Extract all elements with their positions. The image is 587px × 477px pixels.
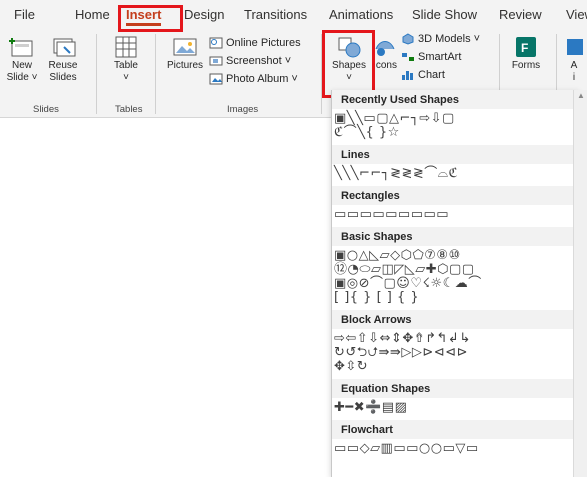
pictures-button[interactable]: Pictures (163, 34, 207, 72)
smartart-button[interactable]: SmartArt (401, 51, 461, 63)
tab-design[interactable]: Design (184, 7, 224, 22)
partial-label-2: i (572, 72, 576, 83)
table-icon (111, 34, 141, 60)
shapes-dropdown-panel: Recently Used Shapes ▣╲╲▭▢△⌐┐⇨⇩▢ ℭ⌒╲{ }☆… (331, 90, 579, 477)
ribbon-tabs: File Home Insert Design Transitions Anim… (0, 0, 587, 30)
forms-label: Forms (511, 60, 541, 71)
partial-label-1: A (570, 60, 578, 71)
section-title: Lines (332, 145, 578, 164)
scroll-up-arrow-icon[interactable]: ▲ (574, 90, 587, 102)
section-title: Basic Shapes (332, 227, 578, 246)
shapes-icon (334, 34, 364, 60)
tables-group-label: Tables (115, 104, 143, 115)
shape-row[interactable]: ╲╲╲⌐⌐┐≷≷≷⌒⌓ℭ (334, 167, 572, 181)
online-pictures-label: Online Pictures (226, 37, 301, 49)
photo-album-button[interactable]: Photo Album ˅ (209, 73, 298, 85)
new-slide-button[interactable]: New Slide ˅ (4, 34, 40, 84)
equation-shapes-section: Equation Shapes ✚━✖➗▤▨ (332, 379, 578, 420)
group-divider (155, 34, 156, 114)
new-slide-icon (7, 34, 37, 60)
rectangles-section: Rectangles ▭▭▭▭▭▭▭▭▭ (332, 186, 578, 227)
recently-used-shapes-section: Recently Used Shapes ▣╲╲▭▢△⌐┐⇨⇩▢ ℭ⌒╲{ }☆ (332, 90, 578, 145)
pictures-label: Pictures (166, 60, 204, 71)
group-divider (321, 34, 322, 114)
shape-row[interactable]: ↻↺⮌⮍⇛⇛▷▷⊳⊲⊲⊳ (334, 346, 572, 360)
images-group-label: Images (227, 104, 259, 115)
tab-animations[interactable]: Animations (329, 7, 393, 22)
online-pictures-button[interactable]: Online Pictures (209, 37, 301, 49)
reuse-slides-button[interactable]: Reuse Slides (44, 34, 82, 84)
photo-album-icon (209, 73, 223, 85)
block-arrows-section: Block Arrows ⇨⇦⇧⇩⇔⇕✥⇮↱↰↲↳ ↻↺⮌⮍⇛⇛▷▷⊳⊲⊲⊳ ✥… (332, 310, 578, 379)
table-dropdown-caret: ˅ (123, 72, 129, 83)
new-slide-label-2: Slide ˅ (6, 72, 38, 83)
shape-row[interactable]: ▭▭▭▭▭▭▭▭▭ (334, 208, 572, 222)
tab-view[interactable]: View (566, 7, 587, 22)
shape-row[interactable]: ⑫◔⬭▱◫◸◺▱✚⬡▢▢ (334, 263, 572, 277)
chart-label: Chart (418, 69, 445, 81)
section-title: Rectangles (332, 186, 578, 205)
shape-row[interactable]: ▣╲╲▭▢△⌐┐⇨⇩▢ (334, 112, 572, 126)
photo-album-label: Photo Album ˅ (226, 73, 298, 85)
tab-file[interactable]: File (14, 7, 35, 22)
section-title: Flowchart (332, 420, 578, 439)
new-slide-label-1: New (11, 60, 32, 71)
reuse-slides-label-2: Slides (49, 72, 77, 83)
shape-row[interactable]: ⇨⇦⇧⇩⇔⇕✥⇮↱↰↲↳ (334, 332, 572, 346)
smartart-icon (401, 51, 415, 63)
forms-button[interactable]: F Forms (508, 34, 544, 72)
chart-icon (401, 69, 415, 81)
svg-text:F: F (521, 41, 528, 55)
group-divider (96, 34, 97, 114)
section-title: Equation Shapes (332, 379, 578, 398)
shape-row[interactable]: ✥⇳↻ (334, 360, 572, 374)
dropdown-scrollbar[interactable]: ▲ (573, 90, 587, 477)
reuse-slides-label-1: Reuse (48, 60, 78, 71)
tab-home[interactable]: Home (75, 7, 110, 22)
shapes-dropdown-caret: ˅ (346, 72, 352, 83)
slides-group-label: Slides (33, 104, 59, 115)
shapes-label: Shapes (332, 60, 366, 71)
tab-transitions[interactable]: Transitions (244, 7, 307, 22)
shape-row[interactable]: ℭ⌒╲{ }☆ (334, 126, 572, 140)
shape-row[interactable]: ▣◎⊘⌒▢☺♡☇☼☾☁⌒ (334, 277, 572, 291)
screenshot-button[interactable]: Screenshot ˅ (209, 55, 291, 67)
3d-cube-icon (401, 33, 415, 45)
shape-row[interactable]: ▭▭◇▱▥▭▭○○▭▽▭ (334, 442, 572, 456)
screenshot-label: Screenshot ˅ (226, 55, 292, 67)
shapes-button[interactable]: Shapes ˅ (329, 34, 369, 84)
shape-row[interactable]: ✚━✖➗▤▨ (334, 401, 572, 415)
tab-review[interactable]: Review (499, 7, 542, 22)
section-title: Recently Used Shapes (332, 90, 578, 109)
lines-section: Lines ╲╲╲⌐⌐┐≷≷≷⌒⌓ℭ (332, 145, 578, 186)
screenshot-icon (209, 55, 223, 67)
pictures-icon (170, 34, 200, 60)
icons-label: Icons (373, 60, 397, 71)
icons-button[interactable]: Icons (372, 34, 398, 72)
reuse-slides-icon (48, 34, 78, 60)
shape-row[interactable]: [ ]{ } [ ] { } (334, 291, 572, 305)
smartart-label: SmartArt (418, 51, 462, 63)
3d-models-label: 3D Models ˅ (418, 33, 481, 45)
section-title: Block Arrows (332, 310, 578, 329)
table-label: Table (114, 60, 138, 71)
basic-shapes-section: Basic Shapes ▣○△◺▱◇⬡⬠⑦⑧⑩ ⑫◔⬭▱◫◸◺▱✚⬡▢▢ ▣◎… (332, 227, 578, 310)
chart-button[interactable]: Chart (401, 69, 445, 81)
table-button[interactable]: Table ˅ (106, 34, 146, 84)
partial-icon (564, 34, 584, 60)
tab-slide-show[interactable]: Slide Show (412, 7, 477, 22)
icons-icon (370, 34, 400, 60)
partial-button[interactable]: A i (564, 34, 584, 84)
3d-models-button[interactable]: 3D Models ˅ (401, 33, 480, 45)
online-pictures-icon (209, 37, 223, 49)
shape-row[interactable]: ▣○△◺▱◇⬡⬠⑦⑧⑩ (334, 249, 572, 263)
flowchart-section: Flowchart ▭▭◇▱▥▭▭○○▭▽▭ (332, 420, 578, 461)
forms-icon: F (511, 34, 541, 60)
tab-insert[interactable]: Insert (126, 7, 162, 26)
